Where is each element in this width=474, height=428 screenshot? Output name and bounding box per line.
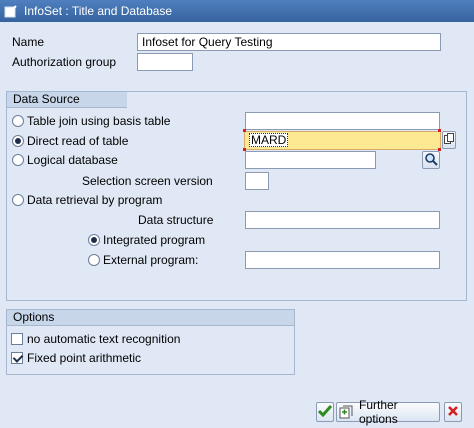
- copy-icon: [444, 133, 454, 147]
- window-titlebar[interactable]: InfoSet : Title and Database: [0, 0, 474, 22]
- dialog-body: Name Infoset for Query Testing Authoriza…: [0, 22, 474, 428]
- direct-read-label: Direct read of table: [27, 134, 129, 148]
- no-automatic-text-checkbox[interactable]: [11, 333, 23, 345]
- selection-screen-version-field[interactable]: [245, 172, 269, 190]
- direct-read-table-value: MARD: [249, 133, 289, 147]
- options-title: Options: [7, 310, 294, 326]
- further-options-icon: [339, 405, 353, 419]
- field-marker: [243, 129, 246, 132]
- search-icon: [424, 152, 438, 169]
- table-join-field[interactable]: [245, 112, 440, 130]
- data-structure-label: Data structure: [138, 213, 214, 227]
- data-retrieval-label: Data retrieval by program: [27, 193, 163, 207]
- multiple-selection-button[interactable]: [442, 131, 456, 149]
- field-marker: [438, 129, 441, 132]
- table-join-label: Table join using basis table: [27, 114, 171, 128]
- radio-table-join[interactable]: [12, 115, 24, 127]
- logical-database-label: Logical database: [27, 153, 118, 167]
- authorization-group-field[interactable]: [137, 53, 193, 71]
- checkmark-icon: [317, 404, 333, 420]
- fixed-point-arithmetic-label: Fixed point arithmetic: [27, 351, 142, 365]
- radio-direct-read[interactable]: [12, 135, 24, 147]
- radio-data-retrieval-program[interactable]: [12, 194, 24, 206]
- further-options-label: Further options: [359, 398, 398, 426]
- close-icon: [447, 405, 459, 420]
- confirm-button[interactable]: [316, 402, 334, 422]
- radio-integrated-program[interactable]: [88, 234, 100, 246]
- no-automatic-text-label: no automatic text recognition: [27, 332, 181, 346]
- selection-screen-version-label: Selection screen version: [82, 174, 213, 188]
- fixed-point-arithmetic-checkbox[interactable]: [11, 352, 23, 364]
- authorization-group-label: Authorization group: [12, 55, 117, 69]
- data-structure-field[interactable]: [245, 211, 440, 229]
- data-source-title: Data Source: [7, 92, 127, 108]
- radio-external-program[interactable]: [88, 254, 100, 266]
- external-program-label: External program:: [103, 253, 199, 267]
- logical-database-field[interactable]: [245, 151, 376, 169]
- window-title: InfoSet : Title and Database: [24, 4, 173, 18]
- name-label: Name: [12, 35, 45, 49]
- direct-read-table-field[interactable]: MARD: [244, 131, 441, 150]
- radio-logical-database[interactable]: [12, 154, 24, 166]
- edit-window-icon: [4, 4, 18, 18]
- further-options-button[interactable]: Further options: [336, 398, 440, 426]
- external-program-field[interactable]: [245, 251, 440, 269]
- integrated-program-label: Integrated program: [103, 233, 206, 247]
- cancel-button[interactable]: [444, 402, 462, 422]
- name-field[interactable]: Infoset for Query Testing: [137, 33, 441, 51]
- logical-database-search-button[interactable]: [422, 151, 440, 169]
